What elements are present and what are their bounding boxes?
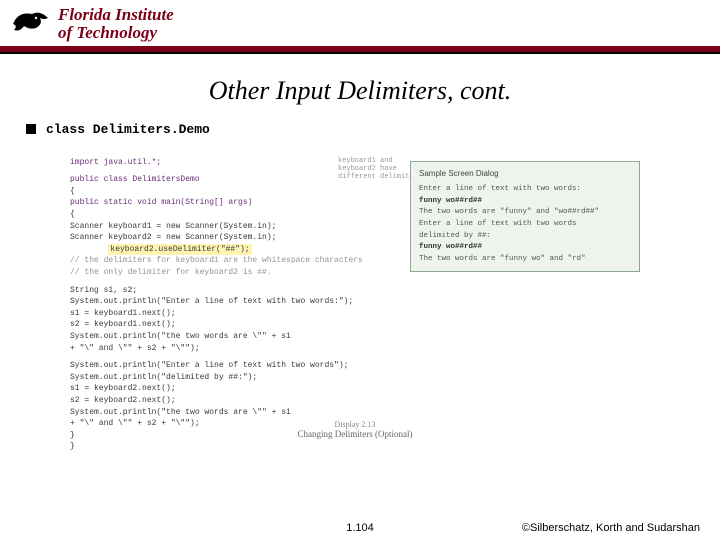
slide-title: Other Input Delimiters, cont. <box>0 76 720 106</box>
dialog-title: Sample Screen Dialog <box>419 168 631 180</box>
code-line: + "\" and \"" + s2 + "\""); <box>70 343 640 355</box>
dialog-line: Enter a line of text with two words <box>419 219 631 231</box>
page-number: 1.104 <box>346 522 374 534</box>
code-line: System.out.println("the two words are \"… <box>70 331 640 343</box>
dialog-line: delimited by ##: <box>419 231 631 243</box>
code-line: s2 = keyboard1.next(); <box>70 319 640 331</box>
code-line: System.out.println("Enter a line of text… <box>70 296 640 308</box>
sample-dialog-box: Sample Screen Dialog Enter a line of tex… <box>410 161 640 273</box>
dialog-input: funny wo##rd## <box>419 196 631 208</box>
bullet-item: class Delimiters.Demo <box>0 122 720 137</box>
logo: Florida Institute of Technology <box>10 6 174 42</box>
institution-line2: of Technology <box>58 24 174 42</box>
code-line: s1 = keyboard2.next(); <box>70 383 640 395</box>
code-line: s1 = keyboard1.next(); <box>70 308 640 320</box>
code-line: public class DelimitersDemo <box>70 175 200 184</box>
code-figure: import java.util.*; public class Delimit… <box>70 157 640 437</box>
code-line: String s1, s2; <box>70 285 640 297</box>
figure-caption: Display 2.13 Changing Delimiters (Option… <box>70 420 640 439</box>
institution-name: Florida Institute of Technology <box>58 6 174 42</box>
dialog-input: funny wo##rd## <box>419 242 631 254</box>
institution-line1: Florida Institute <box>58 6 174 24</box>
code-line: System.out.println("delimited by ##:"); <box>70 372 640 384</box>
panther-icon <box>10 8 52 40</box>
code-line: s2 = keyboard2.next(); <box>70 395 640 407</box>
code-line: System.out.println("Enter a line of text… <box>70 360 640 372</box>
rule-black <box>0 52 720 54</box>
code-line: import java.util.*; <box>70 158 161 167</box>
footer: 1.104 ©Silberschatz, Korth and Sudarshan <box>0 522 720 534</box>
highlighted-code: keyboard2.useDelimiter("##"); <box>108 244 251 256</box>
display-number: Display 2.13 <box>70 420 640 429</box>
code-line: } <box>70 441 640 453</box>
code-line: System.out.println("the two words are \"… <box>70 407 640 419</box>
square-bullet-icon <box>26 124 36 134</box>
code-line: public static void main(String[] args) <box>70 198 252 207</box>
caption-text: Changing Delimiters (Optional) <box>298 429 413 439</box>
header: Florida Institute of Technology <box>0 0 720 46</box>
dialog-line: Enter a line of text with two words: <box>419 184 631 196</box>
copyright: ©Silberschatz, Korth and Sudarshan <box>522 522 700 534</box>
dialog-line: The two words are "funny" and "wo##rd##" <box>419 207 631 219</box>
bullet-text: class Delimiters.Demo <box>46 122 210 137</box>
dialog-line: The two words are "funny wo" and "rd" <box>419 254 631 266</box>
